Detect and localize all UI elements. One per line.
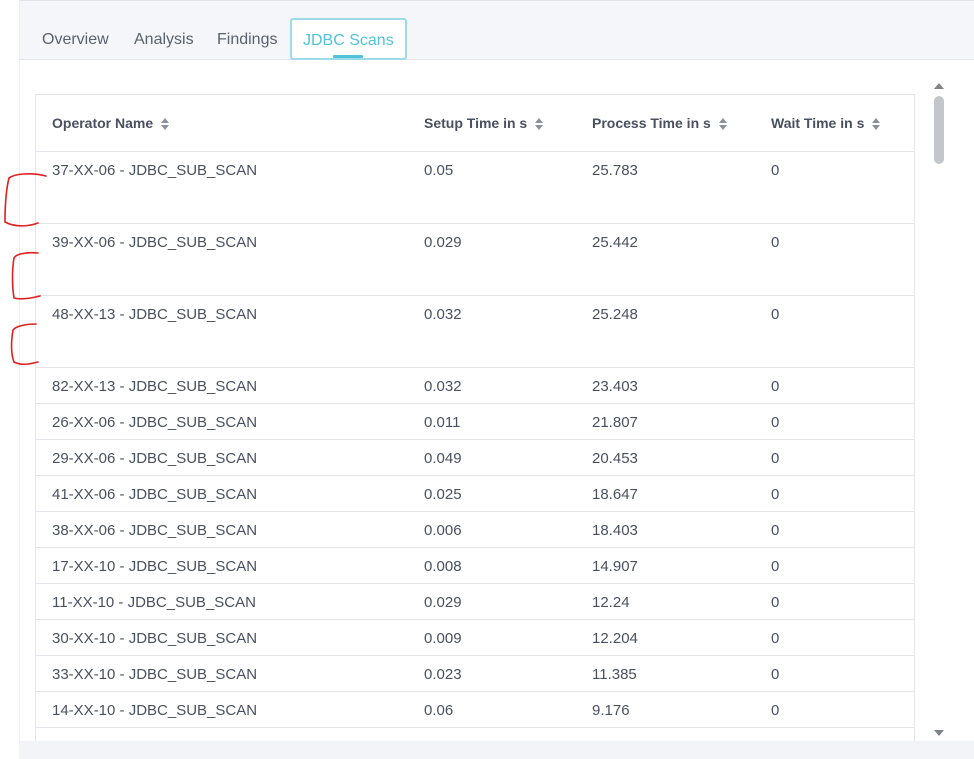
- column-header-wait-time[interactable]: Wait Time in s: [755, 95, 914, 152]
- sort-icon[interactable]: [718, 117, 727, 131]
- column-header-process-time[interactable]: Process Time in s: [576, 95, 755, 152]
- table-row: 30-XX-10 - JDBC_SUB_SCAN 0.009 12.204 0: [36, 619, 914, 656]
- operator-name-cell: 82-XX-13 - JDBC_SUB_SCAN: [36, 367, 408, 404]
- column-header-operator-name[interactable]: Operator Name: [36, 95, 408, 152]
- process-time-cell: 18.647: [576, 475, 755, 512]
- process-time-cell: 18.403: [576, 511, 755, 548]
- setup-time-cell: 0.032: [408, 295, 576, 368]
- process-time-cell: 21.807: [576, 403, 755, 440]
- scrollbar-thumb[interactable]: [934, 96, 944, 164]
- process-time-cell: 25.248: [576, 295, 755, 368]
- operator-name-cell: 30-XX-10 - JDBC_SUB_SCAN: [36, 619, 408, 656]
- operator-name-cell: 39-XX-06 - JDBC_SUB_SCAN: [36, 223, 408, 296]
- sort-icon[interactable]: [161, 117, 170, 131]
- red-bracket-annotations: [4, 173, 47, 366]
- setup-time-cell: 0.008: [408, 547, 576, 584]
- wait-time-cell: 0: [755, 439, 914, 476]
- process-time-cell: 14.907: [576, 547, 755, 584]
- wait-time-cell: 0: [755, 151, 914, 224]
- jdbc-scans-panel: Overview Analysis Findings JDBC Scans Op…: [19, 0, 974, 741]
- sort-icon[interactable]: [872, 117, 881, 131]
- setup-time-cell: 0.009: [408, 619, 576, 656]
- operator-name-cell: 33-XX-10 - JDBC_SUB_SCAN: [36, 655, 408, 692]
- tab-bar: Overview Analysis Findings JDBC Scans: [20, 0, 974, 60]
- setup-time-cell: 0.023: [408, 655, 576, 692]
- setup-time-cell: 0.049: [408, 439, 576, 476]
- table-row: 37-XX-06 - JDBC_SUB_SCAN 0.05 25.783 0: [36, 151, 914, 224]
- table-row: 38-XX-06 - JDBC_SUB_SCAN 0.006 18.403 0: [36, 511, 914, 548]
- process-time-cell: 12.204: [576, 619, 755, 656]
- column-header-setup-time[interactable]: Setup Time in s: [408, 95, 576, 152]
- table-row: 39-XX-06 - JDBC_SUB_SCAN 0.029 25.442 0: [36, 223, 914, 296]
- wait-time-cell: 0: [755, 655, 914, 692]
- table-row: 29-XX-06 - JDBC_SUB_SCAN 0.049 20.453 0: [36, 439, 914, 476]
- setup-time-cell: 0.06: [408, 691, 576, 728]
- jdbc-scans-table: Operator Name Setup Time in s Process Ti…: [35, 94, 915, 741]
- bottom-strip: [19, 741, 974, 759]
- table-row: 41-XX-06 - JDBC_SUB_SCAN 0.025 18.647 0: [36, 475, 914, 512]
- table-header-row: Operator Name Setup Time in s Process Ti…: [36, 95, 914, 152]
- process-time-cell: 9.176: [576, 691, 755, 728]
- process-time-cell: 11.385: [576, 655, 755, 692]
- bracket-annotation: [4, 173, 47, 227]
- table-row: 33-XX-10 - JDBC_SUB_SCAN 0.023 11.385 0: [36, 655, 914, 692]
- operator-name-cell: 38-XX-06 - JDBC_SUB_SCAN: [36, 511, 408, 548]
- wait-time-cell: 0: [755, 475, 914, 512]
- setup-time-cell: 0.05: [408, 151, 576, 224]
- wait-time-cell: 0: [755, 691, 914, 728]
- operator-name-cell: 11-XX-10 - JDBC_SUB_SCAN: [36, 583, 408, 620]
- tab-analysis[interactable]: Analysis: [134, 19, 194, 61]
- table-row: 82-XX-13 - JDBC_SUB_SCAN 0.032 23.403 0: [36, 367, 914, 404]
- table-row: 48-XX-13 - JDBC_SUB_SCAN 0.032 25.248 0: [36, 295, 914, 368]
- wait-time-cell: 0: [755, 511, 914, 548]
- sort-icon[interactable]: [535, 117, 544, 131]
- operator-name-cell: 29-XX-06 - JDBC_SUB_SCAN: [36, 439, 408, 476]
- wait-time-cell: 0: [755, 403, 914, 440]
- bracket-annotation: [11, 251, 41, 300]
- setup-time-cell: 0.029: [408, 583, 576, 620]
- setup-time-cell: 0.025: [408, 475, 576, 512]
- tab-findings[interactable]: Findings: [217, 19, 277, 61]
- setup-time-cell: 0.032: [408, 367, 576, 404]
- setup-time-cell: 0.006: [408, 511, 576, 548]
- table-row: 26-XX-06 - JDBC_SUB_SCAN 0.011 21.807 0: [36, 403, 914, 440]
- wait-time-cell: 0: [755, 583, 914, 620]
- wait-time-cell: 0: [755, 295, 914, 368]
- active-tab-indicator: [333, 55, 364, 58]
- wait-time-cell: 0: [755, 547, 914, 584]
- operator-name-cell: 14-XX-10 - JDBC_SUB_SCAN: [36, 691, 408, 728]
- operator-name-cell: 41-XX-06 - JDBC_SUB_SCAN: [36, 475, 408, 512]
- bracket-annotation: [10, 323, 39, 366]
- tab-jdbc-scans[interactable]: JDBC Scans: [290, 18, 407, 60]
- process-time-cell: 25.783: [576, 151, 755, 224]
- process-time-cell: 12.24: [576, 583, 755, 620]
- table-row: 11-XX-10 - JDBC_SUB_SCAN 0.029 12.24 0: [36, 583, 914, 620]
- scroll-up-arrow-icon[interactable]: [934, 83, 944, 89]
- operator-name-cell: 26-XX-06 - JDBC_SUB_SCAN: [36, 403, 408, 440]
- wait-time-cell: 0: [755, 619, 914, 656]
- table-row: 17-XX-10 - JDBC_SUB_SCAN 0.008 14.907 0: [36, 547, 914, 584]
- wait-time-cell: 0: [755, 367, 914, 404]
- table-row: 14-XX-10 - JDBC_SUB_SCAN 0.06 9.176 0: [36, 691, 914, 728]
- process-time-cell: 20.453: [576, 439, 755, 476]
- setup-time-cell: 0.011: [408, 403, 576, 440]
- operator-name-cell: 17-XX-10 - JDBC_SUB_SCAN: [36, 547, 408, 584]
- process-time-cell: 25.442: [576, 223, 755, 296]
- operator-name-cell: 37-XX-06 - JDBC_SUB_SCAN: [36, 151, 408, 224]
- process-time-cell: 23.403: [576, 367, 755, 404]
- operator-name-cell: 48-XX-13 - JDBC_SUB_SCAN: [36, 295, 408, 368]
- wait-time-cell: 0: [755, 223, 914, 296]
- scroll-down-arrow-icon[interactable]: [934, 730, 944, 736]
- setup-time-cell: 0.029: [408, 223, 576, 296]
- tab-jdbc-scans-label: JDBC Scans: [303, 32, 394, 49]
- vertical-scrollbar[interactable]: [931, 80, 947, 741]
